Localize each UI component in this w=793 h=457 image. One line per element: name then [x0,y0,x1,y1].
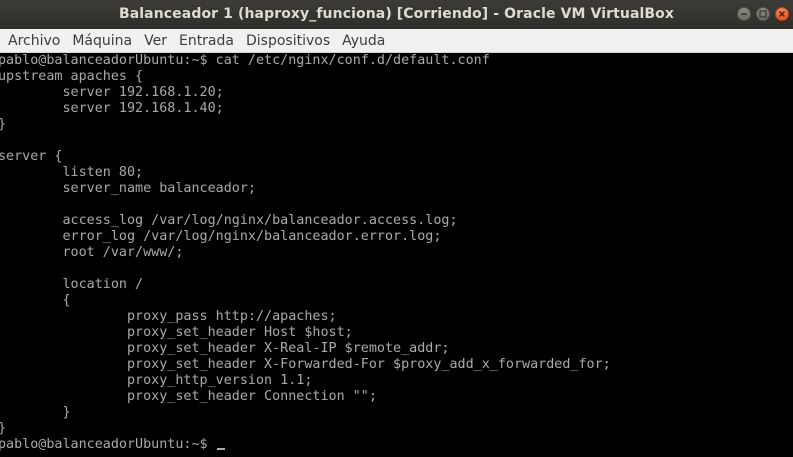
terminal-line: proxy_set_header X-Real-IP $remote_addr; [0,341,450,356]
terminal-screen[interactable]: pablo@balanceadorUbuntu:~$ cat /etc/ngin… [0,53,793,457]
terminal-line: upstream apaches { [0,69,144,84]
minimize-icon [741,13,747,15]
virtualbox-window: Balanceador 1 (haproxy_funciona) [Corrie… [0,0,793,457]
menu-ayuda[interactable]: Ayuda [338,30,389,52]
text-cursor [216,448,225,450]
window-title: Balanceador 1 (haproxy_funciona) [Corrie… [118,6,675,22]
menu-archivo[interactable]: Archivo [4,30,64,52]
menu-dispositivos[interactable]: Dispositivos [242,30,334,52]
terminal-line: } [0,421,611,437]
terminal-line: server 192.168.1.20; [0,85,224,100]
minimize-button[interactable] [737,7,751,21]
terminal-line: } [0,405,71,420]
close-icon [778,10,786,18]
terminal-line: proxy_set_header X-Forwarded-For $proxy_… [0,357,611,372]
menu-bar: Archivo Máquina Ver Entrada Dispositivos… [0,29,793,53]
terminal-line: server_name balanceador; [0,181,256,196]
terminal-output: pablo@balanceadorUbuntu:~$ cat /etc/ngin… [0,53,611,453]
terminal-line: server 192.168.1.40; [0,101,224,116]
terminal-line: pablo@balanceadorUbuntu:~$ cat /etc/ngin… [0,53,490,68]
terminal-line: { [0,293,71,308]
terminal-line: } [0,117,611,133]
title-bar[interactable]: Balanceador 1 (haproxy_funciona) [Corrie… [0,0,793,29]
maximize-button[interactable] [756,7,770,21]
terminal-line: listen 80; [0,165,144,180]
terminal-line: proxy_http_version 1.1; [0,373,313,388]
menu-ver[interactable]: Ver [140,30,171,52]
terminal-line: server { [0,149,63,164]
terminal-line: proxy_set_header Connection ""; [0,389,377,404]
terminal-line: location / [0,277,144,292]
terminal-line: root /var/www/; [0,245,184,260]
terminal-prompt-line[interactable]: pablo@balanceadorUbuntu:~$ [0,437,611,453]
close-button[interactable] [775,7,789,21]
terminal-line: error_log /var/log/nginx/balanceador.err… [0,229,442,244]
terminal-line: proxy_set_header Host $host; [0,325,353,340]
menu-entrada[interactable]: Entrada [175,30,238,52]
menu-maquina[interactable]: Máquina [68,30,136,52]
terminal-prompt: pablo@balanceadorUbuntu:~$ [0,437,216,452]
terminal-line: access_log /var/log/nginx/balanceador.ac… [0,213,458,228]
terminal-line: proxy_pass http://apaches; [0,309,337,324]
maximize-icon [759,10,767,18]
